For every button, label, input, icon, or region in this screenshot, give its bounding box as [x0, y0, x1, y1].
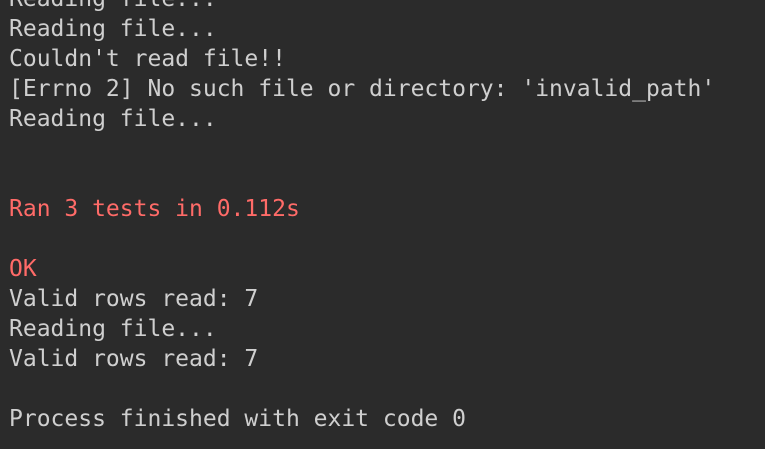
console-line-stderr: Ran 3 tests in 0.112s	[9, 196, 300, 222]
console-line-stderr: OK	[9, 256, 37, 282]
run-console-output[interactable]: Reading file... Reading file... Couldn't…	[0, 0, 765, 449]
console-line: Reading file...	[9, 106, 217, 132]
console-line: Valid rows read: 7	[9, 346, 259, 372]
console-line: Reading file...	[9, 16, 217, 42]
console-lines: Reading file... Reading file... Couldn't…	[9, 0, 715, 434]
console-line: [Errno 2] No such file or directory: 'in…	[9, 76, 716, 102]
console-line: Reading file...	[9, 0, 715, 14]
console-line: Couldn't read file!!	[9, 46, 286, 72]
console-line: Process finished with exit code 0	[9, 406, 466, 432]
console-line: Reading file...	[9, 316, 217, 342]
console-line: Valid rows read: 7	[9, 286, 259, 312]
